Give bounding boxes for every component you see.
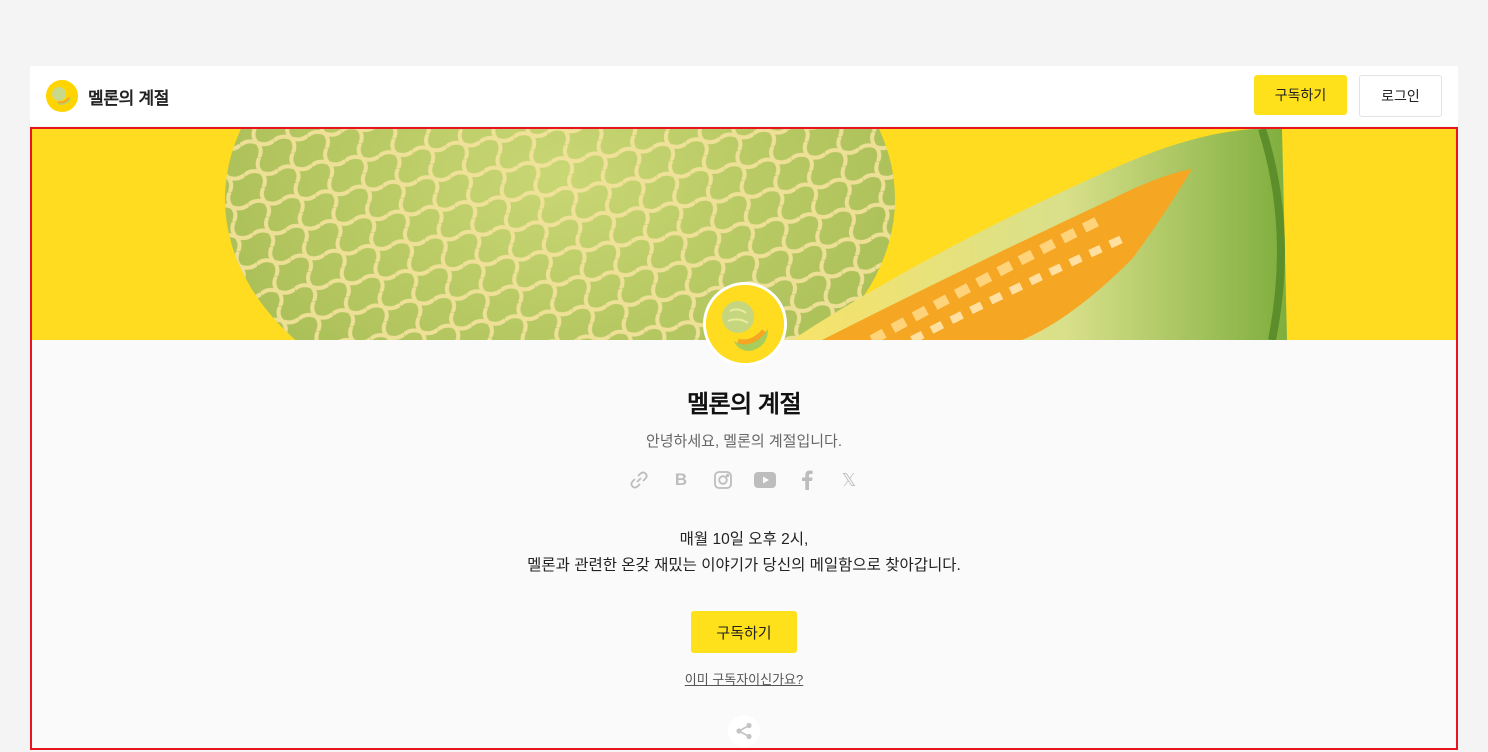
brand-logo	[46, 80, 78, 112]
brand[interactable]: 멜론의 계절	[46, 80, 169, 112]
facebook-icon[interactable]	[794, 467, 820, 493]
intro-line-1: 매월 10일 오후 2시,	[679, 531, 809, 548]
blog-icon[interactable]: B	[668, 467, 694, 493]
x-glyph: 𝕏	[841, 469, 857, 490]
social-links: B 𝕏	[32, 467, 1456, 493]
publication-avatar	[703, 282, 787, 366]
instagram-icon[interactable]	[710, 467, 736, 493]
subscribe-button-header[interactable]: 구독하기	[1254, 75, 1347, 115]
subscribe-button[interactable]: 구독하기	[691, 611, 797, 653]
youtube-icon[interactable]	[752, 467, 778, 493]
publication-intro: 매월 10일 오후 2시, 멜론과 관련한 온갖 재밌는 이야기가 당신의 메일…	[32, 527, 1456, 579]
already-subscriber-link[interactable]: 이미 구독자이신가요?	[32, 669, 1456, 688]
x-icon[interactable]: 𝕏	[836, 467, 862, 493]
publication-title: 멜론의 계절	[686, 391, 802, 418]
share-button[interactable]	[728, 715, 760, 747]
top-bar: 멜론의 계절 구독하기 로그인	[30, 66, 1458, 126]
publication-panel: 멜론의 계절 안녕하세요, 멜론의 계절입니다. B 𝕏 매월 10일 오후 2…	[30, 127, 1458, 750]
intro-line-2: 멜론과 관련한 온갖 재밌는 이야기가 당신의 메일함으로 찾아갑니다.	[527, 557, 961, 574]
publication-description: 안녕하세요, 멜론의 계절입니다.	[645, 433, 843, 450]
login-button[interactable]: 로그인	[1359, 75, 1442, 117]
link-icon[interactable]	[626, 467, 652, 493]
blog-glyph: B	[674, 470, 688, 489]
top-actions: 구독하기 로그인	[1254, 75, 1442, 117]
share-icon	[736, 722, 752, 740]
brand-title: 멜론의 계절	[88, 88, 170, 108]
